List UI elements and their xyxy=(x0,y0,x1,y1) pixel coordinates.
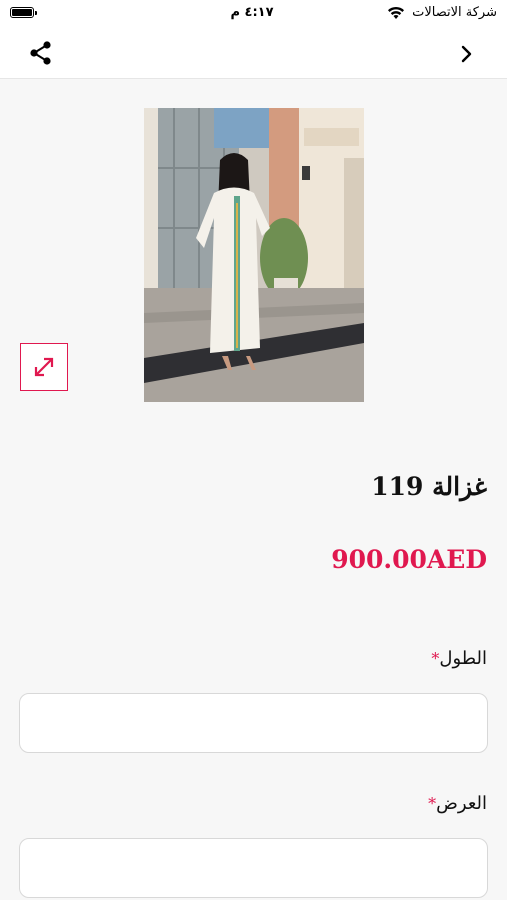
required-mark: * xyxy=(428,794,437,813)
length-label: الطول* xyxy=(427,648,487,669)
length-input[interactable] xyxy=(19,693,488,753)
chevron-right-icon[interactable] xyxy=(459,44,473,64)
share-icon[interactable] xyxy=(28,40,54,66)
wifi-icon xyxy=(388,6,404,19)
product-photo xyxy=(144,108,364,402)
width-label: العرض* xyxy=(424,793,487,814)
width-label-text: العرض xyxy=(436,793,487,814)
product-title: غزالة 119 xyxy=(371,472,487,501)
status-time: ٤:١٧ م xyxy=(230,5,274,20)
expand-image-button[interactable] xyxy=(20,343,68,391)
length-label-text: الطول xyxy=(439,648,487,669)
product-image[interactable] xyxy=(144,108,364,402)
product-price: 900.00AED xyxy=(331,545,487,574)
expand-arrows-icon xyxy=(34,357,54,377)
nav-bar xyxy=(0,30,507,79)
width-input[interactable] xyxy=(19,838,488,898)
status-bar: ٤:١٧ م شركة الاتصالات xyxy=(0,0,507,30)
carrier-name: شركة الاتصالات xyxy=(412,5,497,20)
battery-icon xyxy=(10,7,37,18)
